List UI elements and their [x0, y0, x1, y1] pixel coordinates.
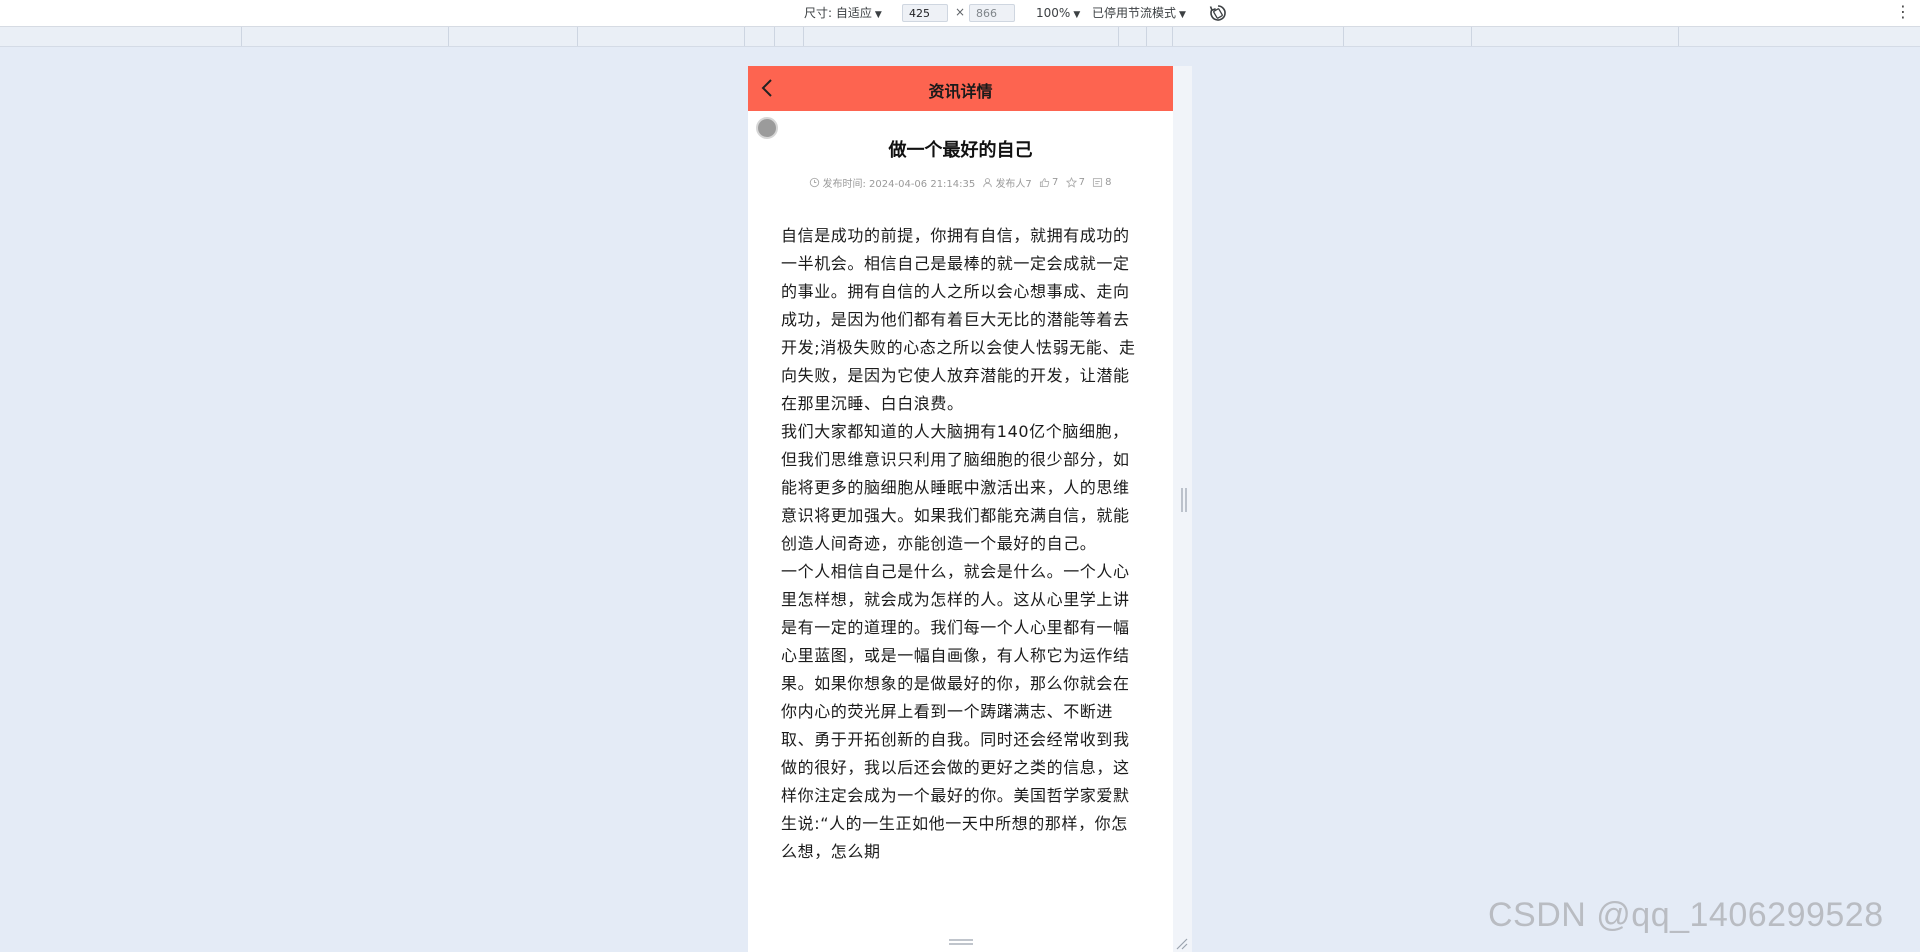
media-query-bar[interactable] — [0, 27, 1920, 47]
dimensions-dropdown[interactable]: 尺寸: 自适应 ▼ — [804, 5, 882, 23]
ruler-segment — [774, 27, 775, 46]
ruler-segment — [803, 27, 804, 46]
device-viewport: 资讯详情 做一个最好的自己 发布时间: 2024-04-06 21:14:35 … — [748, 66, 1173, 952]
ruler-segment — [1471, 27, 1472, 46]
caret-down-icon: ▼ — [1073, 10, 1081, 20]
watermark: CSDN @qq_1406299528 — [1488, 896, 1884, 934]
favorite-count[interactable]: 7 — [1065, 177, 1085, 188]
resize-handle-bottom-icon[interactable] — [948, 938, 974, 946]
article-paragraph: 我们大家都知道的人大脑拥有140亿个脑细胞，但我们思维意识只利用了脑细胞的很少部… — [781, 422, 1130, 553]
app-header: 资讯详情 — [748, 66, 1173, 111]
clock-icon — [810, 177, 820, 188]
resize-corner-icon[interactable] — [1174, 936, 1188, 950]
ruler-segment — [1343, 27, 1344, 46]
dimensions-label: 尺寸: 自适应 — [804, 6, 872, 20]
throttle-dropdown[interactable]: 已停用节流模式 ▼ — [1092, 5, 1186, 23]
user-icon — [983, 178, 993, 188]
article-title: 做一个最好的自己 — [888, 140, 1033, 161]
like-count[interactable]: 7 — [1039, 177, 1058, 188]
ruler-segment — [1118, 27, 1119, 46]
thumbs-up-icon — [1039, 178, 1050, 188]
device-toolbar: 尺寸: 自适应 ▼ 425 × 866 100% ▼ 已停用节流模式 ▼ ⋮ — [0, 0, 1920, 27]
article-paragraph: 自信是成功的前提，你拥有自信，就拥有成功的一半机会。相信自己是最棒的就一定会成就… — [781, 226, 1136, 413]
zoom-dropdown[interactable]: 100% ▼ — [1036, 5, 1080, 23]
star-icon — [1065, 177, 1077, 188]
publisher: 发布人7 — [982, 175, 1032, 190]
times-symbol: × — [955, 5, 966, 19]
ruler-segment — [1678, 27, 1679, 46]
article-paragraph: 一个人相信自己是什么，就会是什么。一个人心里怎样想，就会成为怎样的人。这从心里学… — [781, 562, 1130, 861]
ruler-segment — [1172, 27, 1173, 46]
throttle-label: 已停用节流模式 — [1092, 6, 1177, 20]
ruler-segment — [1146, 27, 1147, 46]
article-body: 自信是成功的前提，你拥有自信，就拥有成功的一半机会。相信自己是最棒的就一定会成就… — [781, 222, 1139, 866]
views-icon — [1093, 178, 1103, 187]
rotate-icon[interactable] — [1208, 3, 1228, 23]
page-title: 资讯详情 — [928, 82, 993, 101]
publish-time: 发布时间: 2024-04-06 21:14:35 — [809, 175, 975, 190]
ruler-segment — [744, 27, 745, 46]
height-input[interactable]: 866 — [969, 4, 1015, 22]
article-meta: 发布时间: 2024-04-06 21:14:35 发布人7 7 7 8 — [748, 175, 1173, 191]
caret-down-icon: ▼ — [1179, 10, 1186, 20]
ruler-segment — [241, 27, 242, 46]
zoom-label: 100% — [1036, 6, 1071, 20]
ruler-segment — [577, 27, 578, 46]
caret-down-icon: ▼ — [874, 10, 882, 20]
view-count: 8 — [1092, 177, 1112, 188]
resize-handle-icon[interactable] — [1180, 486, 1188, 514]
more-options-icon[interactable]: ⋮ — [1895, 2, 1911, 22]
ruler-segment — [448, 27, 449, 46]
width-input[interactable]: 425 — [902, 4, 948, 22]
